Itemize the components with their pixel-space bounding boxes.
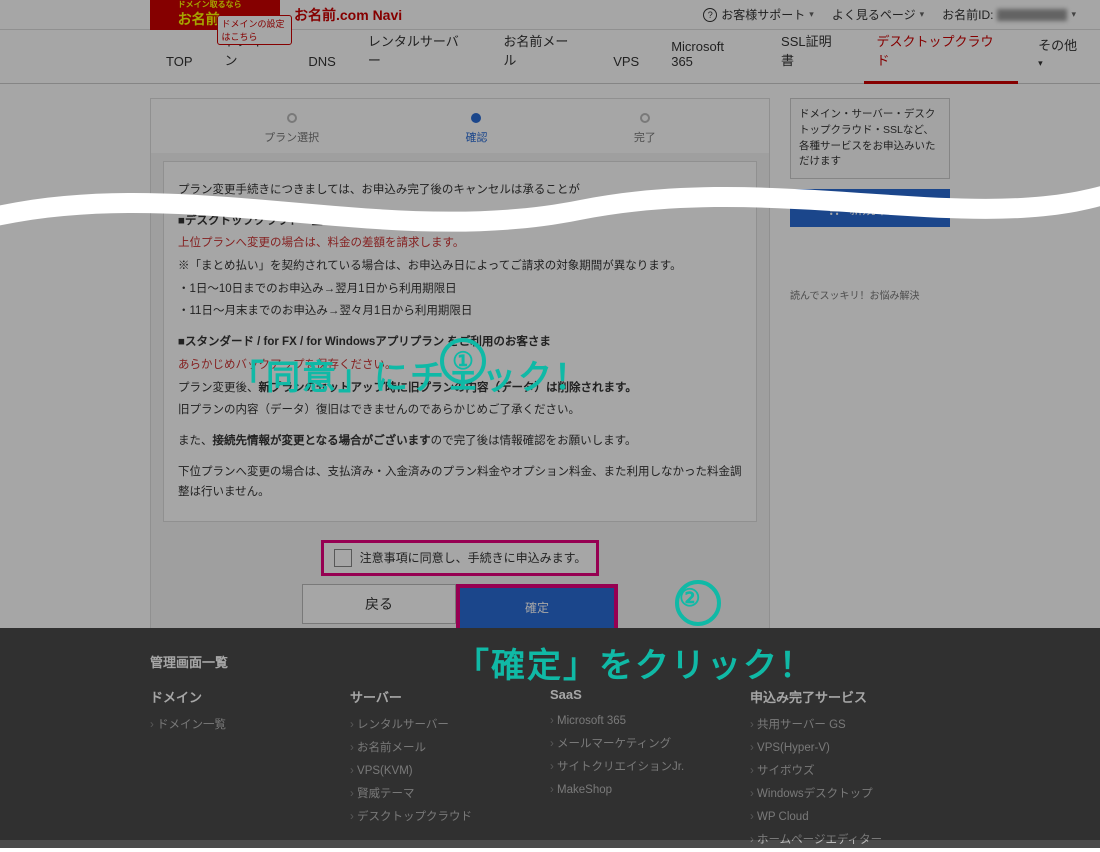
main-panel: プラン選択 確認 完了 プラン変更手続きにつきましては、お申込み完了後のキャンセ… xyxy=(150,98,770,657)
nav-tab-3[interactable]: レンタルサーバー xyxy=(352,17,488,83)
nav-tab-5[interactable]: VPS xyxy=(597,40,655,83)
nav-tab-1[interactable]: ドメイン xyxy=(209,17,293,83)
main-nav: TOPドメインDNSレンタルサーバーお名前メールVPSMicrosoft 365… xyxy=(0,30,1100,84)
footer-title: 管理画面一覧 xyxy=(150,652,950,671)
footer-col-head: SaaS xyxy=(550,687,690,702)
consent-checkbox[interactable] xyxy=(334,549,352,567)
footer-link[interactable]: デスクトップクラウド xyxy=(350,806,490,829)
cart-icon xyxy=(825,201,841,215)
nav-tab-6[interactable]: Microsoft 365 xyxy=(655,25,765,83)
consent-label: 注意事項に同意し、手続きに申込みます。 xyxy=(360,549,587,566)
chevron-down-icon: ▾ xyxy=(1071,9,1076,20)
footer-link[interactable]: 共用サーバー GS xyxy=(750,714,890,737)
back-button[interactable]: 戻る xyxy=(302,584,456,624)
footer-link[interactable]: レンタルサーバー xyxy=(350,714,490,737)
footer-link[interactable]: Microsoft 365 xyxy=(550,710,690,733)
sidebar-note: 読んでスッキリ！お悩み解決 xyxy=(790,287,950,302)
new-order-button[interactable]: 新規申込み xyxy=(790,189,950,227)
notice-panel: プラン変更手続きにつきましては、お申込み完了後のキャンセルは承ることが ■デスク… xyxy=(163,161,757,522)
footer-link[interactable]: VPS(Hyper-V) xyxy=(750,737,890,760)
step-plan-select: プラン選択 xyxy=(264,113,319,145)
confirm-button-highlight: 確定 xyxy=(456,584,618,632)
footer-col-head: ドメイン xyxy=(150,687,290,706)
step-confirm: 確認 xyxy=(465,113,487,145)
footer-link[interactable]: お名前メール xyxy=(350,737,490,760)
consent-checkbox-row[interactable]: 注意事項に同意し、手続きに申込みます。 xyxy=(321,540,600,576)
footer-link[interactable]: WP Cloud xyxy=(750,806,890,829)
footer-link[interactable]: 賢威テーマ xyxy=(350,783,490,806)
nav-tab-9[interactable]: その他 ▾ xyxy=(1022,21,1100,83)
nav-tab-4[interactable]: お名前メール xyxy=(487,17,597,83)
footer-link[interactable]: ドメイン一覧 xyxy=(150,714,290,737)
confirm-button[interactable]: 確定 xyxy=(460,588,614,628)
nav-tab-8[interactable]: デスクトップクラウド xyxy=(860,17,1022,83)
footer-link[interactable]: サイトクリエイションJr. xyxy=(550,756,690,779)
logo-tagline: ドメイン取るなら xyxy=(178,1,253,9)
footer-link[interactable]: メールマーケティング xyxy=(550,733,690,756)
footer-link[interactable]: サイボウズ xyxy=(750,760,890,783)
new-order-label: 新規申込み xyxy=(849,199,914,218)
footer-link[interactable]: Windowsデスクトップ xyxy=(750,783,890,806)
nav-tab-0[interactable]: TOP xyxy=(150,40,209,83)
nav-tab-2[interactable]: DNS xyxy=(292,40,351,83)
footer-link[interactable]: ホームページエディター xyxy=(750,829,890,852)
footer-link[interactable]: MakeShop xyxy=(550,779,690,802)
help-icon: ? xyxy=(703,8,717,22)
footer-col-head: 申込み完了サービス xyxy=(750,687,890,706)
step-done: 完了 xyxy=(634,113,656,145)
sidebar-promo: ドメイン・サーバー・デスクトップクラウド・SSLなど、各種サービスをお申込みいた… xyxy=(790,98,950,179)
nav-tab-7[interactable]: SSL証明書 xyxy=(765,17,860,83)
footer-col-head: サーバー xyxy=(350,687,490,706)
footer: 管理画面一覧 ドメインドメイン一覧 サーバーレンタルサーバーお名前メールVPS(K… xyxy=(0,628,1100,848)
footer-link[interactable]: VPS(KVM) xyxy=(350,760,490,783)
